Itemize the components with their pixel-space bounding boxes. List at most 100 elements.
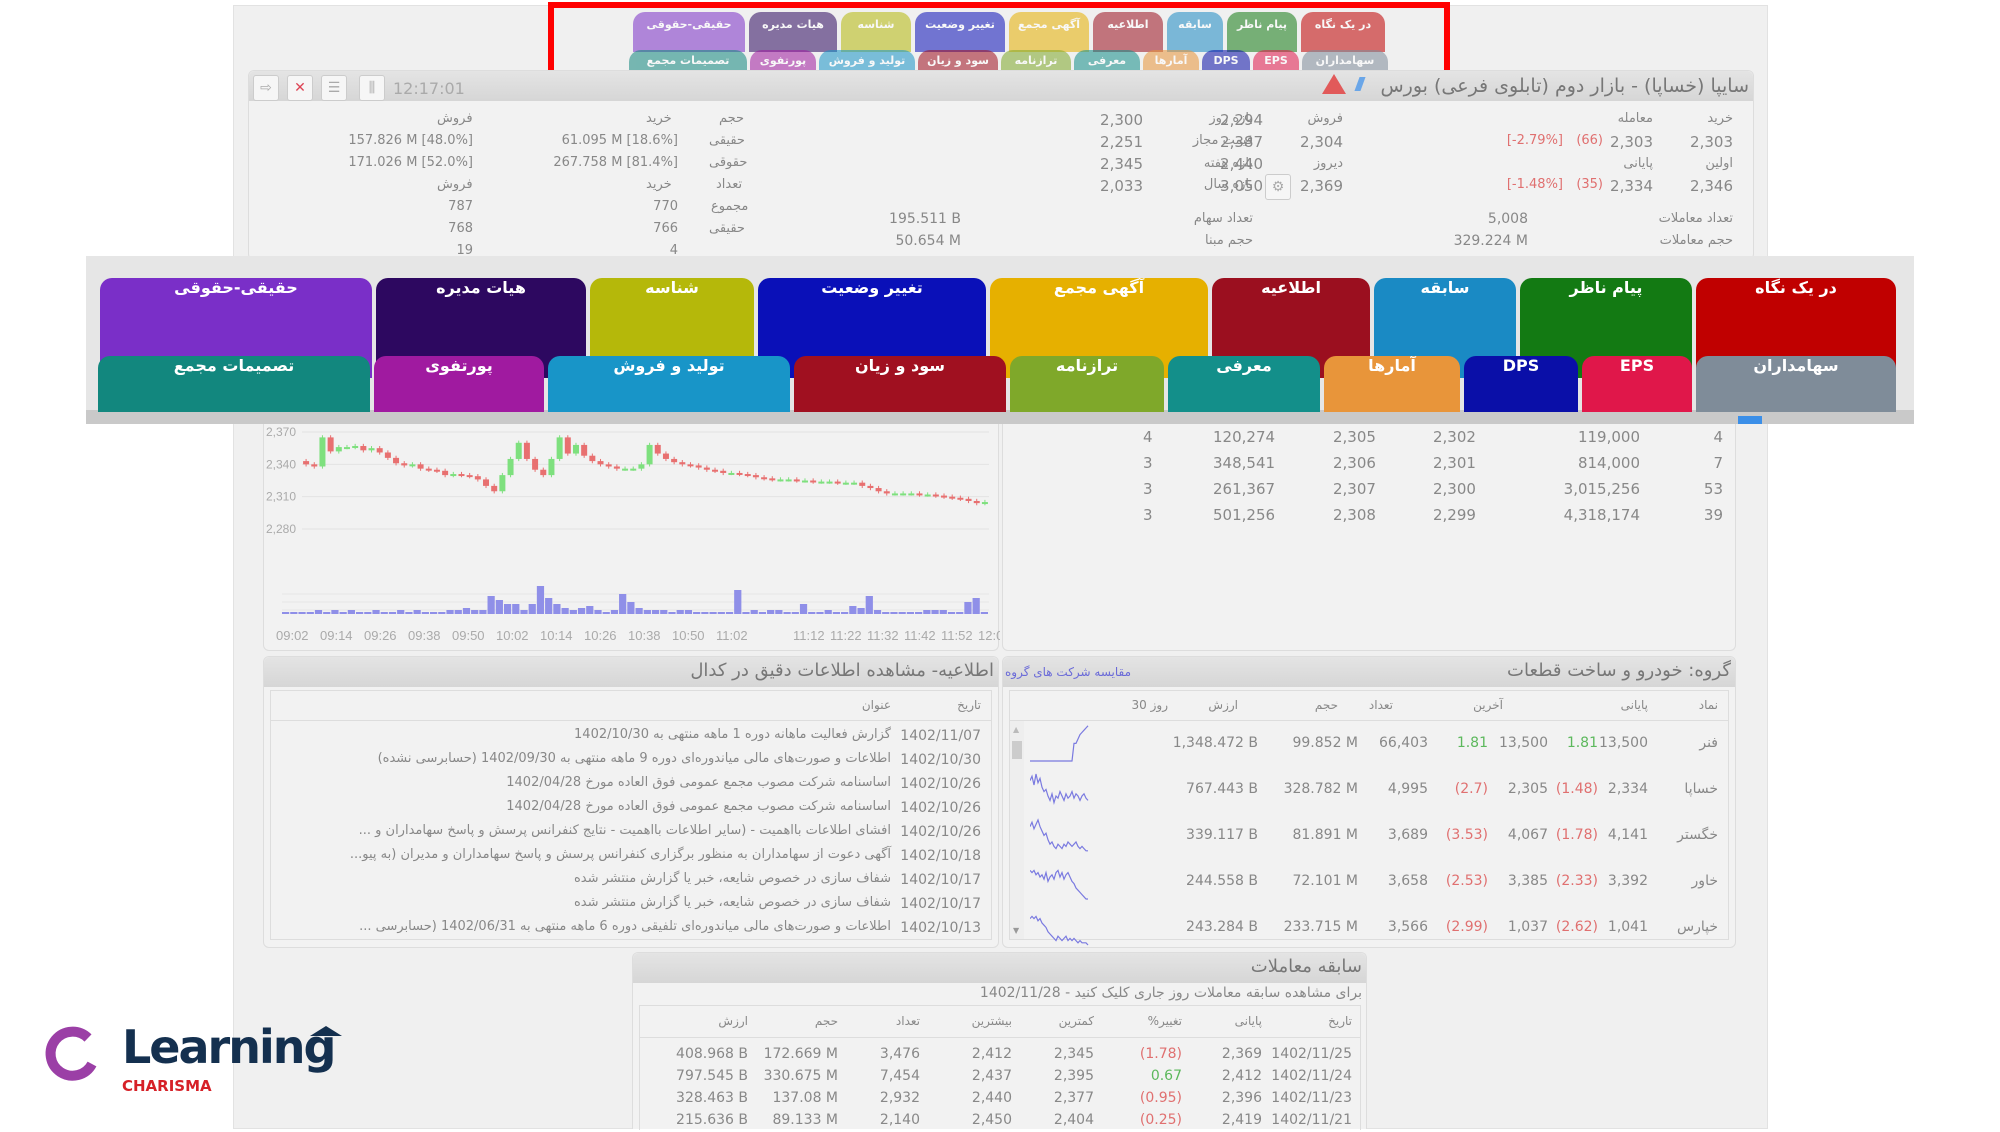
announcement-row[interactable]: 1402/10/26 افشای اطلاعات بااهمیت - (سایر … (271, 821, 991, 845)
tab-row2-9[interactable]: تصمیمات مجمع (98, 356, 370, 412)
volume-bar (364, 612, 372, 614)
candle (622, 468, 629, 471)
tab-row2-0[interactable]: سهامداران (1696, 356, 1896, 412)
tab-row2-3[interactable]: آمارها (1324, 356, 1460, 412)
group-col-header[interactable]: حجم (1315, 698, 1338, 712)
group-last-pct: (2.99) (1445, 919, 1488, 935)
tab-row2-1[interactable]: EPS (1582, 356, 1692, 412)
tab-row2-8[interactable]: پورتفوی (374, 356, 544, 412)
announcement-row[interactable]: 1402/10/26 اساسنامه شرکت مصوب مجمع عمومی … (271, 773, 991, 797)
announcement-title[interactable]: گزارش فعالیت ماهانه دوره 1 ماهه منتهی به… (574, 727, 891, 742)
announcement-row[interactable]: 1402/10/17 شفاف سازی در خصوص شایعه، خبر ی… (271, 893, 991, 917)
orderbook-buy-vol: 3,015,256 (1563, 480, 1640, 498)
group-col-header[interactable]: 30 روز (1132, 698, 1168, 712)
range-settings-icon[interactable]: ⚙ (1265, 174, 1291, 200)
history-row[interactable]: 1402/11/24 2,412 0.67 2,395 2,437 7,454 330.67… (640, 1066, 1360, 1088)
history-col-header[interactable]: ارزش (718, 1014, 748, 1028)
announcement-title[interactable]: شفاف سازی در خصوص شایعه، خبر یا گزارش من… (574, 895, 891, 910)
history-close: 2,396 (1221, 1090, 1262, 1106)
announcement-row[interactable]: 1402/10/26 اساسنامه شرکت مصوب مجمع عمومی … (271, 797, 991, 821)
group-col-header[interactable]: نماد (1699, 698, 1718, 712)
announcement-title[interactable]: افشای اطلاعات بااهمیت - (سایر اطلاعات با… (359, 823, 891, 838)
candle (401, 463, 408, 466)
col-date[interactable]: تاریخ (957, 698, 981, 712)
scroll-up-icon[interactable]: ▲ (1013, 725, 1019, 734)
group-col-header[interactable]: آخرین (1473, 698, 1503, 712)
tab-row2-7[interactable]: تولید و فروش (548, 356, 790, 412)
volume-bar (717, 612, 725, 614)
history-value: 797.545 B (676, 1068, 748, 1084)
group-row[interactable]: خگستر 4,141 (1.78) 4,067 (3.53) 3,689 81.891 M… (1026, 815, 1728, 861)
candle (458, 474, 465, 477)
announcement-row[interactable]: 1402/10/13 اطلاعات و صورت‌های مالی میاندو… (271, 917, 991, 941)
scroll-thumb[interactable] (1012, 741, 1022, 759)
announcement-title[interactable]: آگهی دعوت از سهامداران به منظور برگزاری … (350, 847, 891, 862)
group-row[interactable]: فنر 13,500 1.81 13,500 1.81 66,403 99.852 M 1,3… (1026, 723, 1728, 769)
announcement-row[interactable]: 1402/10/18 آگهی دعوت از سهامداران به منظو… (271, 845, 991, 869)
history-col-header[interactable]: تاریخ (1328, 1014, 1352, 1028)
warning-icon[interactable] (1322, 74, 1346, 94)
group-last-pct: 1.81 (1456, 735, 1488, 751)
tab-row2-6[interactable]: سود و زیان (794, 356, 1006, 412)
announcement-row[interactable]: 1402/10/30 اطلاعات و صورت‌های مالی میاندو… (271, 749, 991, 773)
group-close-pct: (2.62) (1555, 919, 1598, 935)
group-col-header[interactable]: پایانی (1621, 698, 1648, 712)
group-symbol[interactable]: خساپا (1684, 781, 1718, 797)
trades-count: 5,008 (1487, 211, 1528, 227)
history-col-header[interactable]: تعداد (896, 1014, 920, 1028)
history-col-header[interactable]: بیشترین (972, 1014, 1012, 1028)
volume-bar (668, 612, 676, 614)
candle (965, 498, 972, 501)
group-symbol[interactable]: خپارس (1677, 919, 1718, 935)
export-icon[interactable]: ⇨ (253, 75, 279, 101)
tab-row2-4[interactable]: معرفی (1168, 356, 1320, 412)
announcement-row[interactable]: 1402/11/07 گزارش فعالیت ماهانه دوره 1 ماه… (271, 725, 991, 749)
tab-row2-2[interactable]: DPS (1464, 356, 1578, 412)
volume-bar (676, 610, 684, 614)
history-row[interactable]: 1402/11/25 2,369 (1.78) 2,345 2,412 3,476 172.… (640, 1044, 1360, 1066)
technical-chart-icon[interactable]: ✕ (287, 75, 313, 101)
col-title[interactable]: عنوان (862, 698, 891, 712)
orderbook-sell-price: 2,306 (1333, 454, 1376, 472)
scroll-indicator[interactable] (1738, 416, 1762, 424)
candle (360, 446, 367, 451)
group-row[interactable]: خاور 3,392 (2.33) 3,385 (2.53) 3,658 72.101 M 2… (1026, 861, 1728, 907)
history-col-header[interactable]: کمترین (1059, 1014, 1094, 1028)
volume-bar (421, 612, 429, 614)
history-col-header[interactable]: حجم (815, 1014, 838, 1028)
announcement-title[interactable]: اساسنامه شرکت مصوب مجمع عمومی فوق العاده… (506, 799, 891, 814)
buy-value: 2,303 (1690, 133, 1733, 151)
history-volume: 330.675 M (763, 1068, 838, 1084)
group-symbol[interactable]: خاور (1692, 873, 1718, 889)
group-col-header[interactable]: ارزش (1208, 698, 1238, 712)
scrollbar[interactable]: ▲ ▼ (1010, 721, 1024, 939)
history-col-header[interactable]: پایانی (1235, 1014, 1262, 1028)
market-chart-icon[interactable]: ⫼ (359, 75, 385, 101)
announcement-title[interactable]: شفاف سازی در خصوص شایعه، خبر یا گزارش من… (574, 871, 891, 886)
scroll-down-icon[interactable]: ▼ (1013, 926, 1019, 935)
group-symbol[interactable]: فنر (1699, 735, 1718, 751)
history-subtitle[interactable]: 1402/11/28 - برای مشاهده سابقه معاملات ر… (980, 985, 1362, 1001)
history-col-header[interactable]: %تغییر (1148, 1014, 1182, 1028)
group-row[interactable]: خپارس 1,041 (2.62) 1,037 (2.99) 3,566 233.715 … (1026, 907, 1728, 953)
announcement-title[interactable]: اطلاعات و صورت‌های مالی میاندوره‌ای تلفی… (359, 919, 891, 934)
x-tick-label: 11:32 (867, 628, 899, 643)
history-row[interactable]: 1402/11/23 2,396 (0.95) 2,377 2,440 2,932 137.… (640, 1088, 1360, 1110)
x-tick-label: 10:02 (496, 628, 529, 643)
announcement-row[interactable]: 1402/10/17 شفاف سازی در خصوص شایعه، خبر ی… (271, 869, 991, 893)
group-col-header[interactable]: تعداد (1369, 698, 1393, 712)
history-close: 2,369 (1221, 1046, 1262, 1062)
announcements-title[interactable]: اطلاعیه- مشاهده اطلاعات دقیق در کدال (690, 660, 994, 681)
list-icon[interactable]: ☰ (321, 75, 347, 101)
candlestick-chart[interactable]: 2,370 2,340 2,310 2,280 09:02 09:14 09:26 09:38… (264, 424, 1011, 651)
tab-row2-5[interactable]: ترازنامه (1010, 356, 1164, 412)
group-close: 3,392 (1607, 873, 1648, 889)
announcement-title[interactable]: اطلاعات و صورت‌های مالی میاندوره‌ای دوره… (378, 751, 891, 766)
compare-group-link[interactable]: مقایسه شرکت های گروه (1005, 665, 1131, 679)
candle (548, 458, 555, 476)
volume-bar (939, 610, 947, 614)
group-symbol[interactable]: خگستر (1677, 827, 1718, 843)
announcement-title[interactable]: اساسنامه شرکت مصوب مجمع عمومی فوق العاده… (506, 775, 891, 790)
history-value: 408.968 B (676, 1046, 748, 1062)
group-row[interactable]: خساپا 2,334 (1.48) 2,305 (2.7) 4,995 328.782 M… (1026, 769, 1728, 815)
